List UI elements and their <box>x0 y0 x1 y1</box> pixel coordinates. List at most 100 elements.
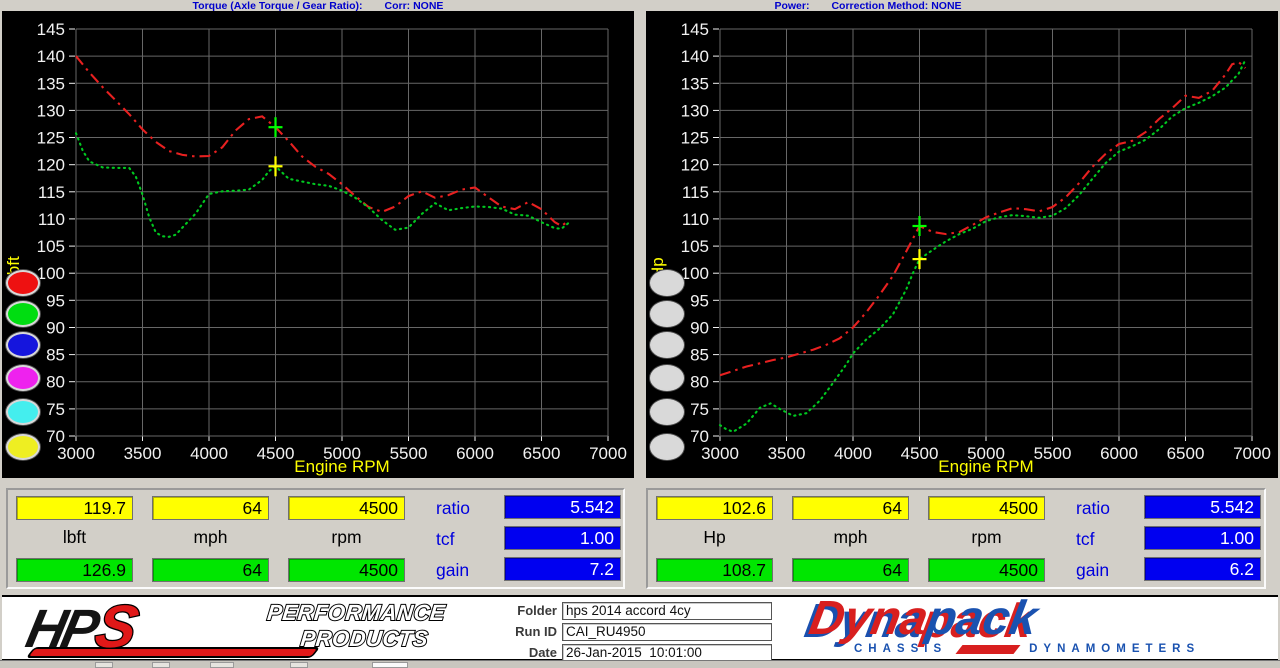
x-tick-label: 6000 <box>1100 444 1138 463</box>
curve-select-button-green[interactable] <box>6 301 40 327</box>
x-tick-label: 6500 <box>523 444 561 463</box>
ratio-label: ratio <box>1076 498 1110 519</box>
bottom-toolbar-partial <box>0 660 1280 668</box>
torque-cursor2-value: 126.9 <box>16 558 133 582</box>
footer-bar: HP S PERFORMANCE PRODUCTS Folder hps 201… <box>2 595 1278 661</box>
curve-select-button-yellow[interactable] <box>6 434 40 460</box>
folder-field-label: Folder <box>507 603 557 618</box>
speed-unit-label: mph <box>152 527 269 551</box>
hps-logo-tagline: PERFORMANCE PRODUCTS <box>263 600 446 651</box>
x-tick-label: 6500 <box>1167 444 1205 463</box>
tcf-label: tcf <box>436 529 454 550</box>
x-tick-label: 4000 <box>190 444 228 463</box>
curve-select-button-1[interactable] <box>650 270 684 296</box>
x-tick-label: 3500 <box>124 444 162 463</box>
torque-chart-title: Torque (Axle Torque / Gear Ratio): <box>193 0 363 12</box>
y-tick-label: 140 <box>37 47 65 66</box>
rpm-unit-label: rpm <box>288 527 405 551</box>
torque-correction-status: Corr: NONE <box>385 0 444 12</box>
date-field-label: Date <box>507 645 557 660</box>
rpm-cursor2-value: 4500 <box>928 558 1045 582</box>
power-chart-plot[interactable]: 3000350040004500500055006000650070007075… <box>646 11 1278 478</box>
y-tick-label: 130 <box>681 101 709 120</box>
power-correction-status: Correction Method: NONE <box>831 0 961 12</box>
x-tick-label: 4500 <box>257 444 295 463</box>
ratio-value: 5.542 <box>504 495 621 519</box>
x-tick-label: 5500 <box>390 444 428 463</box>
curve-select-button-red[interactable] <box>6 270 40 296</box>
rpm-cursor1-value: 4500 <box>928 496 1045 520</box>
hps-logo-hp-text: HP <box>21 598 101 660</box>
y-tick-label: 105 <box>681 237 709 256</box>
y-tick-label: 85 <box>46 346 65 365</box>
speed-cursor2-value: 64 <box>792 558 909 582</box>
y-tick-label: 115 <box>38 183 65 202</box>
y-tick-label: 75 <box>690 400 709 419</box>
curve-select-button-2[interactable] <box>650 301 684 327</box>
y-tick-label: 95 <box>690 291 709 310</box>
torque-unit-label: lbft <box>16 527 133 551</box>
y-tick-label: 100 <box>681 264 709 283</box>
y-tick-label: 135 <box>37 74 65 93</box>
torque-chart-plot[interactable]: 3000350040004500500055006000650070007075… <box>2 11 634 478</box>
y-tick-label: 85 <box>690 346 709 365</box>
gain-value: 6.2 <box>1144 557 1261 581</box>
x-axis-title: Engine RPM <box>938 457 1033 476</box>
y-tick-label: 95 <box>46 291 65 310</box>
run-id-field-input[interactable]: CAI_RU4950 <box>562 623 772 641</box>
toolbar-ghost-control <box>372 662 408 668</box>
speed-unit-label: mph <box>792 527 909 551</box>
gain-label: gain <box>436 560 469 581</box>
curve-select-button-cyan[interactable] <box>6 399 40 425</box>
power-readout-panel: 102.6 64 4500 Hp mph rpm 108.7 64 4500 r… <box>646 488 1266 589</box>
torque-cursor1-value: 119.7 <box>16 496 133 520</box>
dynapack-logo-dyna-text: Dyna <box>805 592 932 645</box>
series-torque-red-dashdot <box>76 56 568 226</box>
x-axis-title: Engine RPM <box>294 457 389 476</box>
toolbar-ghost-control <box>152 662 170 668</box>
rpm-cursor1-value: 4500 <box>288 496 405 520</box>
curve-select-button-blue[interactable] <box>6 332 40 358</box>
y-tick-label: 105 <box>37 237 65 256</box>
dynapack-chassis-text: CHASSIS <box>854 643 947 655</box>
power-chart-header: Power: Correction Method: NONE <box>646 0 1278 11</box>
run-id-field-label: Run ID <box>507 624 557 639</box>
speed-cursor1-value: 64 <box>152 496 269 520</box>
tcf-value: 1.00 <box>504 526 621 550</box>
x-tick-label: 7000 <box>589 444 627 463</box>
dynapack-logo-pack-text: pack <box>923 592 1042 645</box>
curve-select-button-5[interactable] <box>650 399 684 425</box>
x-tick-label: 3000 <box>57 444 95 463</box>
power-unit-label: Hp <box>656 527 773 551</box>
power-cursor2-value: 108.7 <box>656 558 773 582</box>
toolbar-ghost-control <box>210 662 234 668</box>
dyno-software-window: Torque (Axle Torque / Gear Ratio): Corr: … <box>0 0 1280 668</box>
x-tick-label: 7000 <box>1233 444 1271 463</box>
torque-chart-header: Torque (Axle Torque / Gear Ratio): Corr: … <box>2 0 634 11</box>
y-tick-label: 80 <box>46 373 65 392</box>
curve-select-button-3[interactable] <box>650 332 684 358</box>
power-cursor1-value: 102.6 <box>656 496 773 520</box>
curve-select-button-4[interactable] <box>650 365 684 391</box>
y-tick-label: 135 <box>681 74 709 93</box>
dynapack-dynamometers-text: DYNAMOMETERS <box>1029 643 1200 655</box>
gain-label: gain <box>1076 560 1109 581</box>
x-tick-label: 3500 <box>768 444 806 463</box>
power-chart-title: Power: <box>774 0 809 12</box>
y-tick-label: 70 <box>690 427 709 446</box>
y-tick-label: 110 <box>682 210 709 229</box>
y-tick-label: 145 <box>681 20 709 39</box>
curve-select-button-magenta[interactable] <box>6 365 40 391</box>
y-tick-label: 140 <box>681 47 709 66</box>
y-tick-label: 115 <box>682 183 709 202</box>
cursor-cross <box>269 156 283 176</box>
x-tick-label: 6000 <box>456 444 494 463</box>
x-tick-label: 5500 <box>1034 444 1072 463</box>
x-tick-label: 4500 <box>901 444 939 463</box>
y-tick-label: 90 <box>46 319 65 338</box>
curve-select-button-6[interactable] <box>650 434 684 460</box>
folder-field-input[interactable]: hps 2014 accord 4cy <box>562 602 772 620</box>
y-tick-label: 145 <box>37 20 65 39</box>
y-tick-label: 125 <box>681 129 709 148</box>
x-tick-label: 4000 <box>834 444 872 463</box>
